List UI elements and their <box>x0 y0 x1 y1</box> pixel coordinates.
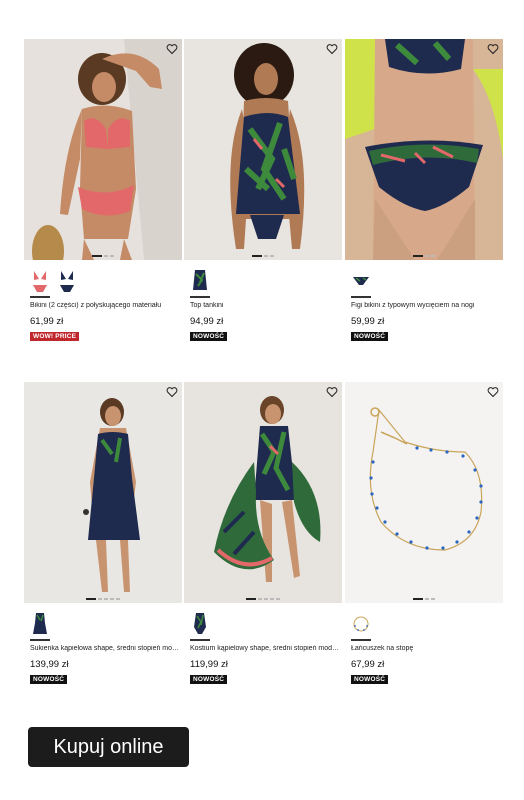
color-swatches <box>351 268 371 298</box>
heart-icon[interactable] <box>326 386 338 398</box>
swatch-navy[interactable] <box>57 268 77 296</box>
product-image[interactable] <box>184 382 342 603</box>
color-swatches <box>30 611 50 641</box>
swatch-tropical[interactable] <box>190 611 210 641</box>
shop-online-button[interactable]: Kupuj online <box>28 727 189 767</box>
image-carousel-indicator <box>252 255 274 257</box>
product-name[interactable]: Łańcuszek na stopę <box>351 645 501 652</box>
product-price: 59,99 zł <box>351 316 385 327</box>
product-name[interactable]: Top tankini <box>190 302 340 309</box>
color-swatches <box>351 611 371 641</box>
image-carousel-indicator <box>86 598 120 600</box>
heart-icon[interactable] <box>166 386 178 398</box>
color-swatches <box>30 268 77 298</box>
image-carousel-indicator <box>413 255 435 257</box>
image-carousel-indicator <box>92 255 114 257</box>
product-badge: NOWOŚĆ <box>190 332 228 341</box>
swatch-coral[interactable] <box>30 268 50 298</box>
image-carousel-indicator <box>413 598 435 600</box>
product-price: 94,99 zł <box>190 316 224 327</box>
heart-icon[interactable] <box>487 386 499 398</box>
product-image[interactable] <box>345 39 503 260</box>
product-image[interactable] <box>24 382 182 603</box>
product-price: 139,99 zł <box>30 659 69 670</box>
product-badge: NOWOŚĆ <box>190 675 228 684</box>
swatch-tropical[interactable] <box>190 268 210 298</box>
product-image[interactable] <box>184 39 342 260</box>
product-name[interactable]: Kostium kąpielowy shape, średni stopień … <box>190 645 340 652</box>
product-price: 119,99 zł <box>190 659 228 670</box>
product-image[interactable] <box>24 39 182 260</box>
product-badge: NOWOŚĆ <box>351 332 389 341</box>
product-name[interactable]: Bikini (2 części) z połyskującego materi… <box>30 302 180 309</box>
product-price: 67,99 zł <box>351 659 385 670</box>
heart-icon[interactable] <box>487 43 499 55</box>
product-image[interactable] <box>345 382 503 603</box>
swatch-navy-tropical[interactable] <box>351 268 371 298</box>
product-name[interactable]: Sukienka kąpielowa shape, średni stopień… <box>30 645 180 652</box>
heart-icon[interactable] <box>166 43 178 55</box>
product-price: 61,99 zł <box>30 316 64 327</box>
color-swatches <box>190 268 210 298</box>
heart-icon[interactable] <box>326 43 338 55</box>
image-carousel-indicator <box>246 598 280 600</box>
product-badge: NOWOŚĆ <box>351 675 389 684</box>
product-badge: WOW! PRICE <box>30 332 80 341</box>
color-swatches <box>190 611 210 641</box>
swatch-navy[interactable] <box>30 611 50 641</box>
product-badge: NOWOŚĆ <box>30 675 68 684</box>
swatch-gold[interactable] <box>351 611 371 641</box>
product-name[interactable]: Figi bikini z typowym wycięciem na nogi <box>351 302 501 309</box>
